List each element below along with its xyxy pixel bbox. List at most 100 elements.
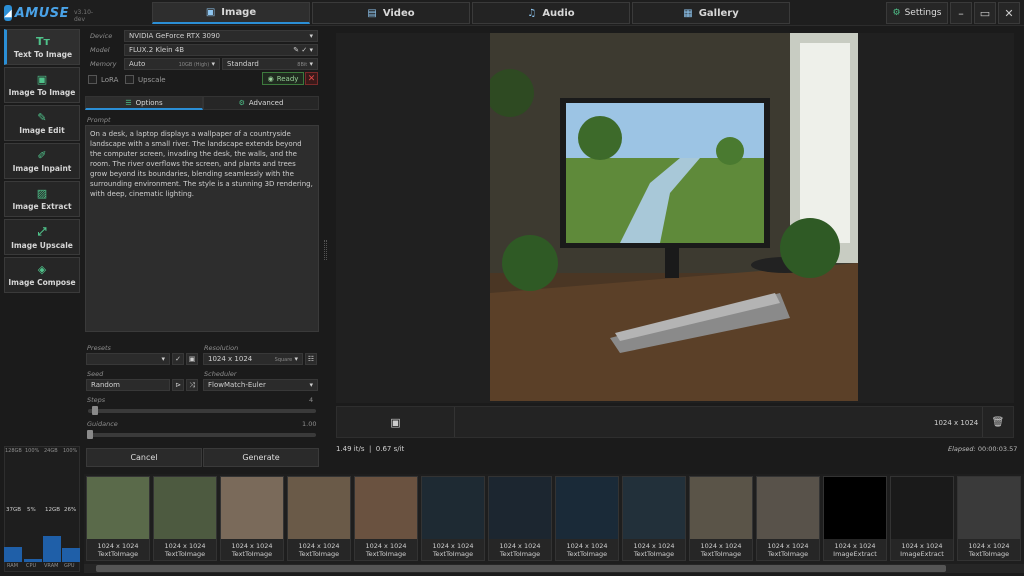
- tab-options[interactable]: ☰ Options: [85, 96, 203, 110]
- guidance-slider-thumb[interactable]: [87, 430, 93, 439]
- gallery-item-size: 1024 x 1024: [834, 542, 876, 550]
- steps-slider-thumb[interactable]: [92, 406, 98, 415]
- tab-video[interactable]: ▤ Video: [312, 2, 470, 24]
- gallery-thumbnail: [221, 477, 283, 539]
- gallery-item-size: 1024 x 1024: [700, 542, 742, 550]
- presets-select[interactable]: ▾: [86, 353, 170, 365]
- apply-preset-button[interactable]: ✓: [172, 353, 184, 365]
- guidance-label: Guidance: [87, 420, 118, 428]
- seed-random-button[interactable]: ⤨: [186, 379, 198, 391]
- steps-slider[interactable]: [88, 409, 316, 413]
- unload-button[interactable]: ✕: [305, 72, 318, 85]
- nav-image-inpaint[interactable]: ✐ Image Inpaint: [4, 143, 80, 179]
- nav-image-upscale[interactable]: ⤢ Image Upscale: [4, 219, 80, 255]
- tab-image[interactable]: ▣ Image: [152, 2, 310, 24]
- nav-image-to-image[interactable]: ▣ Image To Image: [4, 67, 80, 103]
- minimize-button[interactable]: –: [950, 2, 972, 24]
- cancel-button[interactable]: Cancel: [86, 448, 202, 467]
- prompt-textarea[interactable]: On a desk, a laptop displays a wallpaper…: [85, 125, 319, 332]
- music-icon: ♫: [527, 7, 537, 19]
- list-icon: ☷: [307, 355, 315, 363]
- nav-image-compose[interactable]: ◈ Image Compose: [4, 257, 80, 293]
- gallery-item-size: 1024 x 1024: [231, 542, 273, 550]
- upscale-checkbox[interactable]: Upscale: [125, 75, 166, 84]
- amuse-logo-icon: ◢: [4, 5, 12, 21]
- resolution-list-button[interactable]: ☷: [305, 353, 317, 365]
- gallery-scrollbar-thumb[interactable]: [96, 565, 946, 572]
- gallery-item[interactable]: 1024 x 1024 TextToImage: [488, 476, 552, 561]
- gallery-item[interactable]: 1024 x 1024 TextToImage: [354, 476, 418, 561]
- nav-image-edit[interactable]: ✎ Image Edit: [4, 105, 80, 141]
- cpu-total: 100%: [25, 448, 40, 454]
- guidance-slider[interactable]: [88, 433, 316, 437]
- gallery-item[interactable]: 1024 x 1024 TextToImage: [756, 476, 820, 561]
- gallery-item-type: TextToImage: [700, 550, 742, 558]
- gallery-thumbnail: [958, 477, 1020, 539]
- gpu-value: 26%: [64, 507, 77, 513]
- model-select[interactable]: FLUX.2 Klein 4B ✎ ✓ ▾: [124, 44, 318, 56]
- memory-select[interactable]: Auto 10GB (High) ▾: [124, 58, 220, 70]
- panel-splitter[interactable]: [324, 240, 327, 260]
- gallery-item[interactable]: 1024 x 1024 TextToImage: [689, 476, 753, 561]
- gallery-thumbnail: [556, 477, 618, 539]
- gallery-item[interactable]: 1024 x 1024 TextToImage: [86, 476, 150, 561]
- gallery-item-type: TextToImage: [633, 550, 675, 558]
- gallery-item-type: TextToImage: [164, 550, 206, 558]
- save-image-button[interactable]: ▣: [337, 407, 455, 437]
- gallery-item-size: 1024 x 1024: [97, 542, 139, 550]
- ram-label: RAM: [7, 563, 19, 569]
- tab-audio[interactable]: ♫ Audio: [472, 2, 630, 24]
- upscale-icon: ⤢: [37, 224, 47, 238]
- seed-next-button[interactable]: ⊳: [172, 379, 184, 391]
- gallery-item[interactable]: 1024 x 1024 TextToImage: [622, 476, 686, 561]
- tab-gallery[interactable]: ▦ Gallery: [632, 2, 790, 24]
- gpu-total: 100%: [63, 448, 78, 454]
- elapsed-readout: Elapsed: 00:00:03.57: [948, 445, 1018, 453]
- resolution-select[interactable]: 1024 x 1024 Square ▾: [203, 353, 303, 365]
- gallery-item[interactable]: 1024 x 1024 TextToImage: [957, 476, 1021, 561]
- shuffle-icon: ⤨: [189, 380, 195, 389]
- seed-label: Seed: [87, 370, 104, 378]
- gallery-item[interactable]: 1024 x 1024 TextToImage: [220, 476, 284, 561]
- save-preset-button[interactable]: ▣: [186, 353, 198, 365]
- device-select[interactable]: NVIDIA GeForce RTX 3090 ▾: [124, 30, 318, 42]
- trash-icon: 🗑: [991, 416, 1005, 428]
- check-icon: ✓: [175, 355, 181, 363]
- nav-text-to-image[interactable]: Tт Text To Image: [4, 29, 80, 65]
- gallery-thumbnail: [824, 477, 886, 539]
- seed-input[interactable]: Random: [86, 379, 170, 391]
- tab-advanced[interactable]: ⚙ Advanced: [203, 96, 319, 110]
- scheduler-select[interactable]: FlowMatch-Euler ▾: [203, 379, 318, 391]
- precision-select[interactable]: Standard 8Bit ▾: [222, 58, 318, 70]
- maximize-button[interactable]: ▭: [974, 2, 996, 24]
- app-logo: ◢ AMUSE v3.10-dev: [4, 3, 93, 23]
- gallery-item[interactable]: 1024 x 1024 TextToImage: [287, 476, 351, 561]
- close-button[interactable]: ✕: [998, 2, 1020, 24]
- save-icon: ▣: [390, 415, 401, 429]
- gallery-thumbnail: [891, 477, 953, 539]
- gallery-item-type: TextToImage: [968, 550, 1010, 558]
- settings-button[interactable]: ⚙ Settings: [886, 2, 948, 24]
- extract-icon: ▨: [36, 187, 48, 200]
- gallery-item[interactable]: 1024 x 1024 TextToImage: [421, 476, 485, 561]
- delete-image-button[interactable]: 🗑: [982, 407, 1013, 437]
- nav-image-extract[interactable]: ▨ Image Extract: [4, 181, 80, 217]
- chevron-down-icon: ▾: [294, 355, 298, 363]
- gallery-item[interactable]: 1024 x 1024 TextToImage: [153, 476, 217, 561]
- gallery-item[interactable]: 1024 x 1024 ImageExtract: [823, 476, 887, 561]
- gallery-item-size: 1024 x 1024: [432, 542, 474, 550]
- check-circle-icon: ◉: [267, 74, 274, 83]
- gallery-item[interactable]: 1024 x 1024 TextToImage: [555, 476, 619, 561]
- model-label: Model: [90, 46, 110, 54]
- gallery-thumbnail: [623, 477, 685, 539]
- generate-button[interactable]: Generate: [203, 448, 319, 467]
- chevron-down-icon: ▾: [309, 60, 313, 68]
- gallery-thumbnail: [154, 477, 216, 539]
- lora-checkbox[interactable]: LoRA: [88, 75, 118, 84]
- gallery-thumbnail: [690, 477, 752, 539]
- ready-button[interactable]: ◉ Ready: [262, 72, 304, 85]
- cpu-value: 5%: [27, 507, 36, 513]
- gallery-item-size: 1024 x 1024: [566, 542, 608, 550]
- gallery-item[interactable]: 1024 x 1024 ImageExtract: [890, 476, 954, 561]
- gallery-item-size: 1024 x 1024: [499, 542, 541, 550]
